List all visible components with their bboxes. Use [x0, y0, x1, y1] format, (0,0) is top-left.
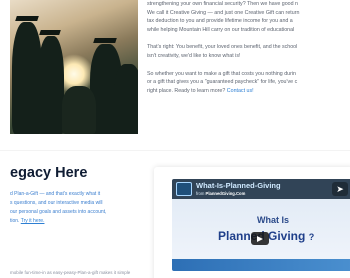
video-title-bar: What-Is-Planned-Giving from PlannedGivin…: [172, 179, 350, 199]
graduation-cap: [93, 38, 117, 43]
try-it-here-link[interactable]: Try it here.: [21, 218, 45, 224]
video-player[interactable]: What-Is-Planned-Giving from PlannedGivin…: [172, 179, 350, 271]
legacy-description: d Plan-a-Gift — and that's exactly what …: [10, 191, 107, 224]
graduate-silhouette: [62, 86, 96, 134]
intro-paragraph-2: That's right: You benefit, your loved on…: [147, 44, 298, 59]
contact-us-link[interactable]: Contact us!: [227, 88, 254, 94]
video-bottom-band: [172, 259, 350, 271]
bottom-cut-text: mobile fun-time-in as easy-peasy-Plan-a-…: [10, 270, 131, 275]
graduation-cap: [39, 30, 61, 35]
graduate-silhouette: [38, 36, 64, 134]
channel-logo-icon: [176, 182, 192, 196]
video-card: What-Is-Planned-Giving from PlannedGivin…: [154, 167, 350, 278]
intro-paragraph-3: So whether you want to make a gift that …: [147, 70, 298, 94]
intro-paragraph-1: strengthening your own financial securit…: [147, 1, 300, 33]
video-title[interactable]: What-Is-Planned-Giving: [196, 181, 281, 190]
play-icon: [257, 235, 263, 242]
graduation-cap: [15, 16, 39, 21]
play-button[interactable]: [251, 232, 269, 245]
hero-graduates-photo: [10, 0, 138, 134]
video-headline-top: What Is: [257, 215, 290, 225]
legacy-heading: egacy Here: [10, 165, 88, 181]
intro-text-block: strengthening your own financial securit…: [147, 0, 350, 104]
share-icon[interactable]: ➤: [332, 182, 348, 196]
graduate-silhouette: [114, 64, 138, 134]
video-source: from PlannedGiving.Com: [196, 191, 246, 196]
section-divider: [0, 150, 350, 151]
